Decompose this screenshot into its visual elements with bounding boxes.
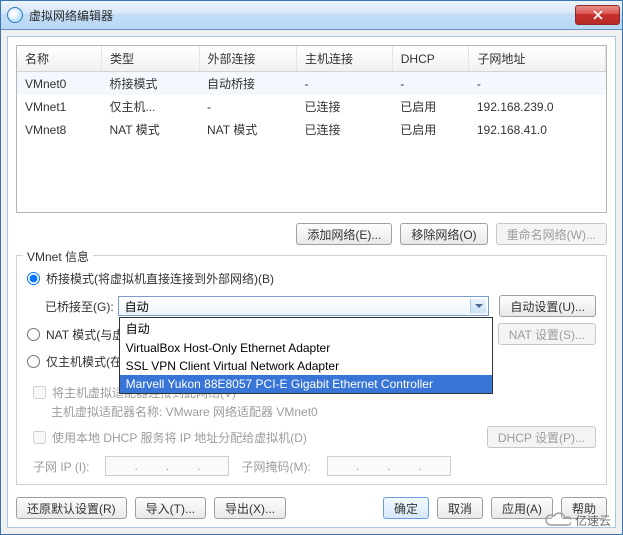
- nat-radio[interactable]: [27, 328, 40, 341]
- bridge-mode-radio-row[interactable]: 桥接模式(将虚拟机直接连接到外部网络)(B): [27, 270, 596, 287]
- vmnet-table[interactable]: 名称 类型 外部连接 主机连接 DHCP 子网地址 VMnet0 桥接模式 自动…: [16, 45, 607, 213]
- subnet-ip-input[interactable]: ...: [105, 456, 229, 476]
- export-button[interactable]: 导出(X)...: [214, 497, 286, 519]
- bridge-label: 桥接模式(将虚拟机直接连接到外部网络)(B): [46, 270, 274, 287]
- restore-defaults-button[interactable]: 还原默认设置(R): [16, 497, 127, 519]
- add-network-button[interactable]: 添加网络(E)...: [296, 223, 392, 245]
- remove-network-button[interactable]: 移除网络(O): [400, 223, 487, 245]
- hostonly-label: 仅主机模式(在: [46, 353, 122, 370]
- bridge-to-value: 自动: [125, 298, 149, 315]
- col-dhcp[interactable]: DHCP: [392, 46, 469, 72]
- dropdown-item[interactable]: SSL VPN Client Virtual Network Adapter: [120, 357, 492, 375]
- watermark-text: 亿速云: [575, 512, 611, 529]
- window: 虚拟网络编辑器 名称 类型 外部连接 主机连接 DHCP 子网地址 VMnet0: [0, 0, 623, 535]
- host-connect-checkbox[interactable]: [33, 386, 46, 399]
- bridge-to-dropdown: 自动 VirtualBox Host-Only Ethernet Adapter…: [119, 317, 493, 394]
- chevron-down-icon: [470, 299, 486, 313]
- app-icon: [7, 7, 23, 23]
- rename-network-button[interactable]: 重命名网络(W)...: [496, 223, 607, 245]
- group-legend: VMnet 信息: [23, 248, 93, 265]
- bridge-to-row: 已桥接至(G): 自动 自动 VirtualBox Host-Only Ethe…: [45, 295, 596, 317]
- titlebar: 虚拟网络编辑器: [1, 1, 622, 30]
- subnet-mask-label: 子网掩码(M):: [241, 458, 310, 475]
- hostonly-radio[interactable]: [27, 355, 40, 368]
- col-ext[interactable]: 外部连接: [199, 46, 297, 72]
- auto-settings-button[interactable]: 自动设置(U)...: [499, 295, 596, 317]
- col-name[interactable]: 名称: [17, 46, 101, 72]
- client-area: 名称 类型 外部连接 主机连接 DHCP 子网地址 VMnet0 桥接模式 自动…: [7, 36, 616, 528]
- vmnet-info-group: VMnet 信息 桥接模式(将虚拟机直接连接到外部网络)(B) 已桥接至(G):…: [16, 255, 607, 485]
- table-row[interactable]: VMnet1 仅主机... - 已连接 已启用 192.168.239.0: [17, 95, 606, 118]
- bridge-radio[interactable]: [27, 272, 40, 285]
- subnet-ip-label: 子网 IP (I):: [33, 458, 89, 475]
- dhcp-check-row[interactable]: 使用本地 DHCP 服务将 IP 地址分配给虚拟机(D) DHCP 设置(P).…: [33, 426, 596, 448]
- dhcp-checkbox[interactable]: [33, 431, 46, 444]
- cancel-button[interactable]: 取消: [437, 497, 483, 519]
- nat-settings-button[interactable]: NAT 设置(S)...: [498, 323, 596, 345]
- table-row[interactable]: VMnet0 桥接模式 自动桥接 - - -: [17, 72, 606, 96]
- dropdown-item[interactable]: Marvell Yukon 88E8057 PCI-E Gigabit Ethe…: [120, 375, 492, 393]
- window-title: 虚拟网络编辑器: [29, 7, 575, 24]
- cloud-icon: [543, 511, 571, 529]
- host-adapter-name: 主机虚拟适配器名称: VMware 网络适配器 VMnet0: [51, 403, 596, 420]
- nat-label: NAT 模式(与虚: [46, 326, 124, 343]
- import-button[interactable]: 导入(T)...: [135, 497, 206, 519]
- col-host[interactable]: 主机连接: [297, 46, 393, 72]
- dhcp-settings-button[interactable]: DHCP 设置(P)...: [487, 426, 596, 448]
- network-buttons-row: 添加网络(E)... 移除网络(O) 重命名网络(W)...: [16, 223, 607, 245]
- col-type[interactable]: 类型: [101, 46, 199, 72]
- ip-row: 子网 IP (I): ... 子网掩码(M): ...: [33, 456, 596, 476]
- watermark-logo: 亿速云: [543, 511, 611, 529]
- bridge-to-label: 已桥接至(G):: [45, 298, 114, 315]
- col-subnet[interactable]: 子网地址: [469, 46, 606, 72]
- close-icon: [593, 10, 603, 20]
- dropdown-item[interactable]: VirtualBox Host-Only Ethernet Adapter: [120, 339, 492, 357]
- subnet-mask-input[interactable]: ...: [327, 456, 451, 476]
- dropdown-item[interactable]: 自动: [120, 318, 492, 339]
- close-button[interactable]: [575, 5, 620, 25]
- ok-button[interactable]: 确定: [383, 497, 429, 519]
- bridge-to-select[interactable]: 自动 自动 VirtualBox Host-Only Ethernet Adap…: [118, 296, 490, 316]
- table-row[interactable]: VMnet8 NAT 模式 NAT 模式 已连接 已启用 192.168.41.…: [17, 118, 606, 141]
- dhcp-label: 使用本地 DHCP 服务将 IP 地址分配给虚拟机(D): [52, 429, 307, 446]
- bottom-button-bar: 还原默认设置(R) 导入(T)... 导出(X)... 确定 取消 应用(A) …: [16, 497, 607, 519]
